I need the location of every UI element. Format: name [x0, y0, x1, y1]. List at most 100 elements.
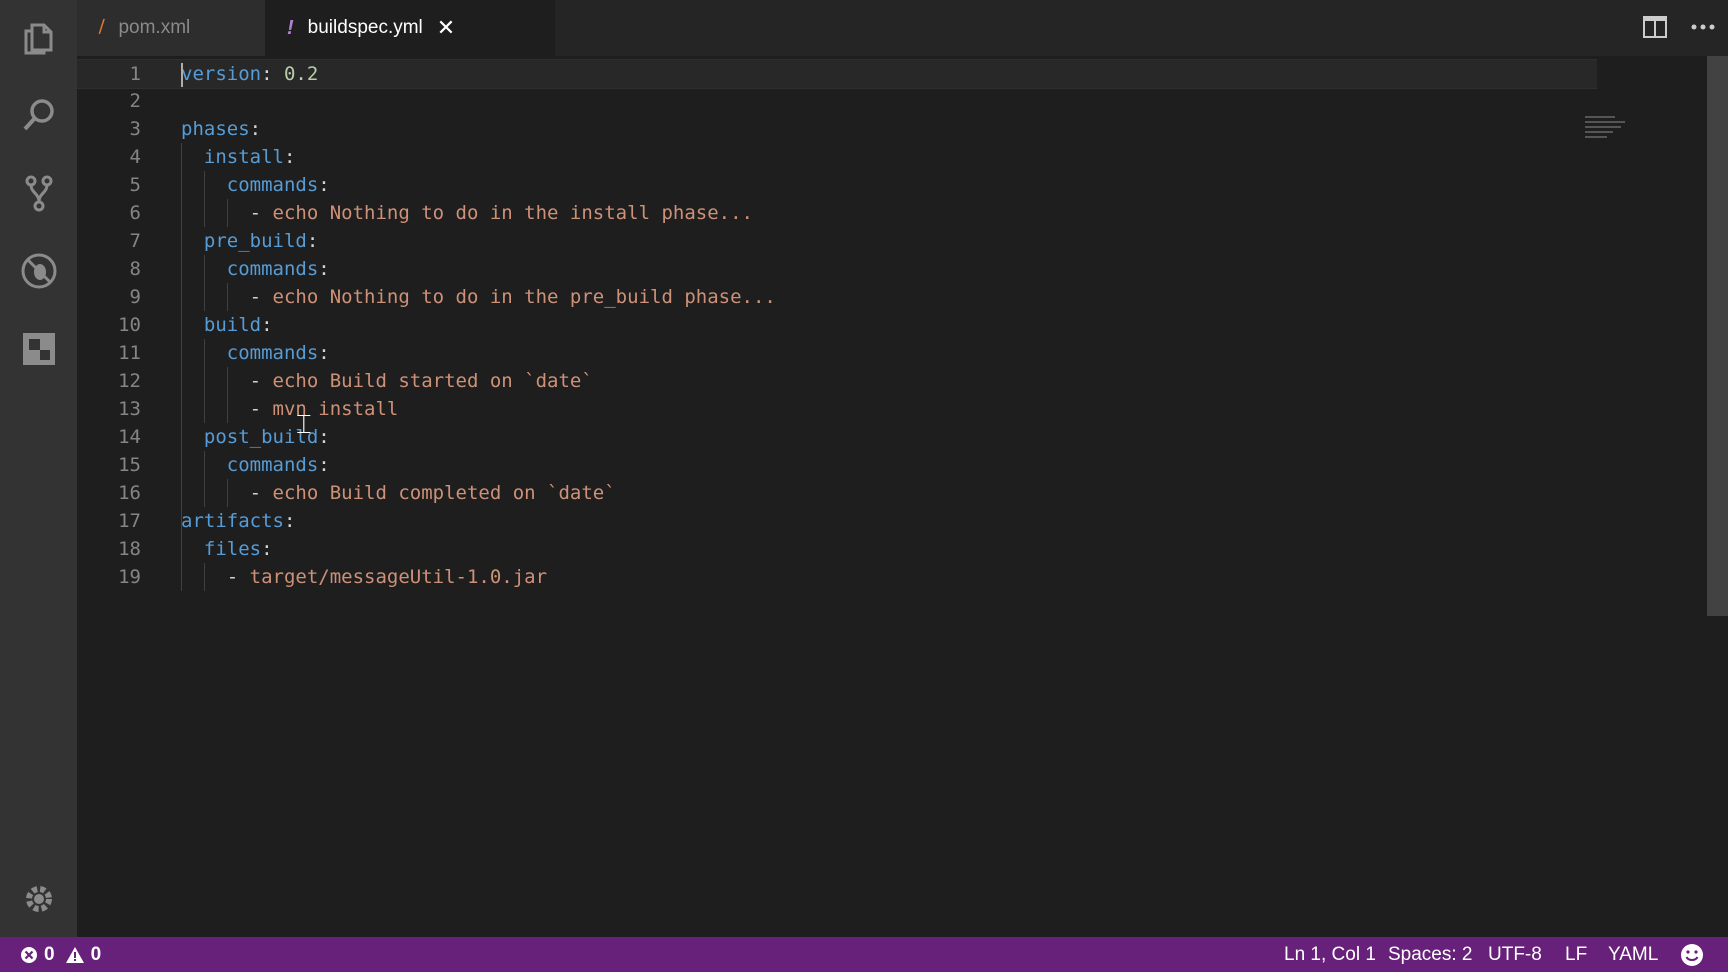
activity-bar — [0, 0, 77, 937]
eol-setting[interactable]: LF — [1565, 937, 1587, 972]
code-token: : — [261, 314, 273, 336]
line-number: 14 — [118, 426, 141, 448]
code-token: target/messageUtil-1.0.jar — [249, 566, 548, 588]
code-line[interactable]: 19 - target/messageUtil-1.0.jar — [77, 563, 1597, 591]
line-number: 17 — [118, 510, 141, 532]
settings-gear-icon[interactable] — [18, 878, 60, 920]
tab-label: pom.xml — [118, 17, 191, 38]
code-token: artifacts — [181, 510, 284, 532]
code-line[interactable]: 4 install: — [77, 143, 1597, 171]
indent-guide — [181, 535, 182, 591]
code-token: echo Build completed on `date` — [272, 482, 616, 504]
code-text: files: — [181, 535, 273, 563]
line-number: 4 — [129, 146, 141, 168]
code-line[interactable]: 9 - echo Nothing to do in the pre_build … — [77, 283, 1597, 311]
encoding-setting[interactable]: UTF-8 — [1488, 937, 1542, 972]
source-control-icon[interactable] — [18, 172, 60, 214]
tab-label: buildspec.yml — [307, 17, 423, 38]
code-text: - echo Build completed on `date` — [181, 479, 616, 507]
code-line[interactable]: 11 commands: — [77, 339, 1597, 367]
extensions-icon[interactable] — [18, 328, 60, 370]
code-token: : — [283, 510, 296, 532]
code-line[interactable]: 17 artifacts: — [77, 507, 1597, 535]
code-token: commands — [181, 454, 319, 476]
code-line[interactable]: 8 commands: — [77, 255, 1597, 283]
line-number: 10 — [118, 314, 141, 336]
more-actions-icon[interactable] — [1688, 12, 1718, 42]
code-token: : — [261, 63, 284, 85]
line-number: 2 — [129, 90, 141, 112]
language-mode[interactable]: YAML — [1608, 937, 1658, 972]
code-token: build — [181, 314, 262, 336]
text-caret — [181, 63, 183, 87]
code-text: build: — [181, 311, 273, 339]
code-line[interactable]: 2 — [77, 87, 1597, 115]
code-line[interactable]: 6 - echo Nothing to do in the install ph… — [77, 199, 1597, 227]
code-text: - echo Nothing to do in the pre_build ph… — [181, 283, 776, 311]
code-token: commands — [181, 258, 319, 280]
code-text: - mvn install — [181, 395, 399, 423]
code-line[interactable]: 1 version: 0.2 — [77, 59, 1597, 89]
text-cursor-icon: ⌶ — [296, 410, 312, 440]
code-token: : — [283, 146, 296, 168]
indentation-setting[interactable]: Spaces: 2 — [1388, 937, 1473, 972]
code-token: commands — [181, 174, 319, 196]
code-token: echo Nothing to do in the pre_build phas… — [272, 286, 776, 308]
code-editor[interactable]: 1 version: 0.2 2 3 phases: 4 install: 5 comman… — [77, 56, 1707, 937]
code-token: pre_build — [181, 230, 307, 252]
line-number: 18 — [118, 538, 141, 560]
code-token: mvn install — [272, 398, 399, 420]
code-text: artifacts: — [181, 507, 295, 535]
cursor-position[interactable]: Ln 1, Col 1 — [1284, 937, 1376, 972]
problems-indicator[interactable]: 0 0 — [20, 937, 101, 972]
code-text: install: — [181, 143, 296, 171]
debug-icon[interactable] — [18, 250, 60, 292]
indent-guide — [226, 283, 228, 311]
indent-guide — [203, 339, 205, 423]
line-number: 11 — [118, 342, 141, 364]
code-token: : — [318, 342, 330, 364]
indent-guide — [226, 367, 228, 423]
code-token: echo Nothing to do in the install phase.… — [272, 202, 753, 224]
code-line[interactable]: 12 - echo Build started on `date` — [77, 367, 1597, 395]
error-icon — [21, 946, 37, 963]
warning-count: 0 — [90, 943, 102, 965]
line-number: 15 — [118, 454, 141, 476]
tab-buildspec-yml[interactable]: ! buildspec.yml ✕ — [265, 0, 555, 56]
line-number: 16 — [118, 482, 141, 504]
code-token: files — [181, 538, 262, 560]
code-line[interactable]: 15 commands: — [77, 451, 1597, 479]
code-token: echo Build started on `date` — [272, 370, 593, 392]
error-count: 0 — [44, 943, 55, 965]
indent-guide — [181, 143, 182, 535]
code-line[interactable]: 5 commands: — [77, 171, 1597, 199]
close-icon[interactable]: ✕ — [437, 15, 455, 41]
indent-guide — [226, 199, 228, 227]
code-token: : — [306, 230, 319, 252]
warning-icon — [65, 946, 84, 963]
editor-actions — [1640, 12, 1718, 42]
line-number: 19 — [118, 566, 141, 588]
code-token: : — [249, 118, 262, 140]
code-line[interactable]: 7 pre_build: — [77, 227, 1597, 255]
code-line[interactable]: 18 files: — [77, 535, 1597, 563]
editor-scrollbar[interactable] — [1707, 56, 1728, 616]
code-line[interactable]: 16 - echo Build completed on `date` — [77, 479, 1597, 507]
indent-guide — [203, 171, 205, 227]
explorer-icon[interactable] — [18, 18, 60, 60]
tab-pom-xml[interactable]: ⧸ pom.xml — [77, 0, 265, 56]
indent-guide — [226, 479, 228, 507]
indent-guide — [203, 451, 205, 507]
code-token: phases — [181, 118, 250, 140]
code-text: - echo Nothing to do in the install phas… — [181, 199, 753, 227]
rss-icon: ⧸ — [99, 19, 105, 36]
split-editor-icon[interactable] — [1640, 12, 1670, 42]
feedback-smiley-icon[interactable] — [1680, 937, 1704, 972]
line-number: 9 — [129, 286, 141, 308]
line-number: 3 — [129, 118, 141, 140]
code-token: commands — [181, 342, 319, 364]
search-icon[interactable] — [18, 94, 60, 136]
code-text: pre_build: — [181, 227, 318, 255]
code-line[interactable]: 10 build: — [77, 311, 1597, 339]
code-line[interactable]: 3 phases: — [77, 115, 1597, 143]
